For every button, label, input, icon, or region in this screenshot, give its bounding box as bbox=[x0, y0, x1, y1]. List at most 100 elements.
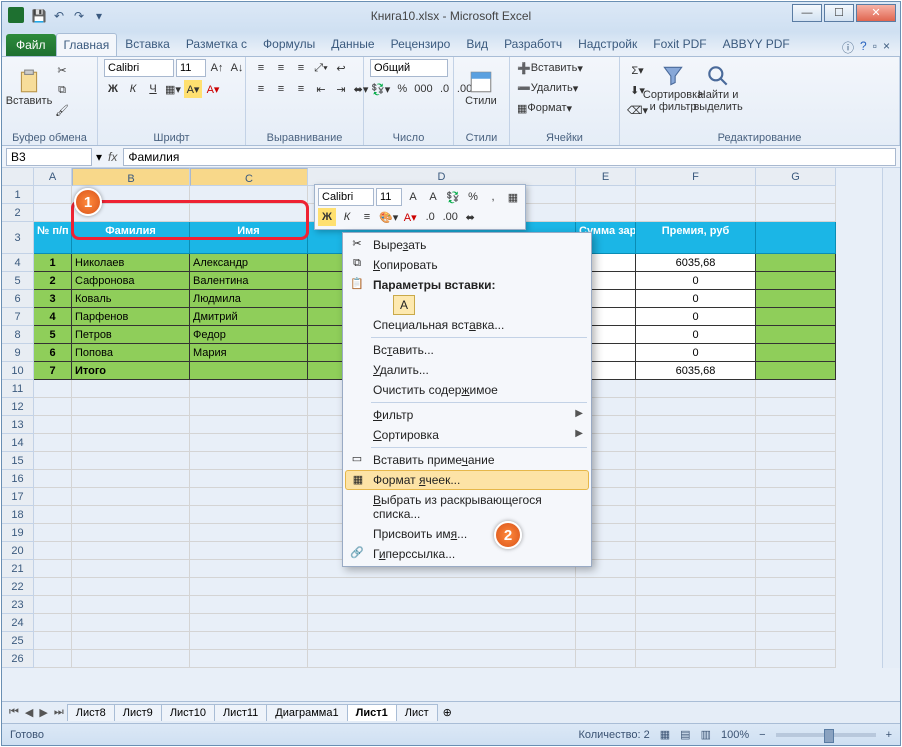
tab-formulas[interactable]: Формулы bbox=[255, 32, 323, 56]
cell[interactable] bbox=[756, 204, 836, 222]
cell[interactable] bbox=[636, 632, 756, 650]
sheet-tab[interactable]: Диаграмма1 bbox=[266, 704, 347, 721]
cell[interactable] bbox=[308, 578, 576, 596]
ctx-pspecial[interactable]: Специальная вставка... bbox=[345, 315, 589, 335]
font-name[interactable] bbox=[104, 59, 174, 77]
view-pagebreak-icon[interactable]: ▥ bbox=[701, 728, 711, 741]
cell[interactable] bbox=[190, 434, 308, 452]
cell[interactable] bbox=[72, 596, 190, 614]
cell[interactable] bbox=[576, 204, 636, 222]
cell[interactable] bbox=[756, 254, 836, 272]
cell[interactable] bbox=[72, 488, 190, 506]
font-color-button[interactable]: A▾ bbox=[204, 80, 222, 98]
cell[interactable]: 5 bbox=[34, 326, 72, 344]
cell[interactable] bbox=[190, 632, 308, 650]
underline-button[interactable]: Ч bbox=[144, 80, 162, 98]
paste-button[interactable]: Вставить bbox=[8, 59, 50, 117]
zoom-slider[interactable] bbox=[776, 733, 876, 737]
cell[interactable] bbox=[72, 416, 190, 434]
cell[interactable]: Людмила bbox=[190, 290, 308, 308]
column-header[interactable]: A bbox=[34, 168, 72, 186]
cell[interactable]: Александр bbox=[190, 254, 308, 272]
styles-button[interactable]: Стили bbox=[460, 59, 502, 117]
cell[interactable] bbox=[756, 470, 836, 488]
row-header[interactable]: 22 bbox=[2, 578, 33, 596]
cell[interactable]: 3 bbox=[34, 290, 72, 308]
cell[interactable] bbox=[190, 614, 308, 632]
cell[interactable] bbox=[756, 308, 836, 326]
cell[interactable] bbox=[190, 186, 308, 204]
cell[interactable]: Фамилия bbox=[72, 222, 190, 254]
find-select-button[interactable]: Найти и выделить bbox=[697, 59, 739, 117]
indent-inc-icon[interactable]: ⇥ bbox=[332, 80, 350, 98]
inc-dec-icon[interactable]: .0 bbox=[436, 80, 454, 98]
row-header[interactable]: 4 bbox=[2, 254, 33, 272]
tab-insert[interactable]: Вставка bbox=[117, 32, 178, 56]
mini-font-size[interactable] bbox=[376, 188, 402, 206]
cell[interactable] bbox=[636, 596, 756, 614]
row-header[interactable]: 17 bbox=[2, 488, 33, 506]
cell[interactable] bbox=[756, 452, 836, 470]
cell[interactable]: 7 bbox=[34, 362, 72, 380]
cell[interactable]: Федор bbox=[190, 326, 308, 344]
mini-align-icon[interactable]: ≡ bbox=[358, 208, 376, 226]
row-header[interactable]: 20 bbox=[2, 542, 33, 560]
row-header[interactable]: 24 bbox=[2, 614, 33, 632]
tab-nav-first-icon[interactable]: ⏮ bbox=[6, 706, 22, 719]
cell[interactable] bbox=[34, 434, 72, 452]
cell[interactable] bbox=[72, 560, 190, 578]
cell[interactable] bbox=[636, 380, 756, 398]
cell[interactable] bbox=[72, 398, 190, 416]
percent-icon[interactable]: % bbox=[393, 80, 411, 98]
sheet-tab[interactable]: Лист1 bbox=[347, 704, 397, 721]
ctx-name[interactable]: Присвоить имя... bbox=[345, 524, 589, 544]
mini-border-icon[interactable]: ▦ bbox=[504, 188, 522, 206]
cell[interactable]: 0 bbox=[636, 326, 756, 344]
column-header[interactable]: C bbox=[190, 168, 308, 186]
format-painter-icon[interactable]: 🖌 bbox=[53, 101, 71, 119]
row-header[interactable]: 7 bbox=[2, 308, 33, 326]
cell[interactable] bbox=[34, 204, 72, 222]
cell[interactable]: Имя bbox=[190, 222, 308, 254]
tab-addins[interactable]: Надстройк bbox=[570, 32, 645, 56]
cell[interactable] bbox=[72, 650, 190, 668]
cell[interactable] bbox=[756, 344, 836, 362]
cell[interactable] bbox=[636, 434, 756, 452]
ctx-sort[interactable]: Сортировка▶ bbox=[345, 425, 589, 445]
zoom-out-icon[interactable]: − bbox=[759, 729, 765, 741]
cell[interactable] bbox=[756, 596, 836, 614]
cell[interactable] bbox=[756, 578, 836, 596]
cell[interactable] bbox=[756, 416, 836, 434]
cell[interactable] bbox=[34, 578, 72, 596]
tab-dev[interactable]: Разработч bbox=[496, 32, 570, 56]
row-header[interactable]: 1 bbox=[2, 186, 33, 204]
cell[interactable] bbox=[756, 380, 836, 398]
cell[interactable]: 0 bbox=[636, 344, 756, 362]
cell[interactable]: 0 bbox=[636, 308, 756, 326]
cell[interactable] bbox=[190, 452, 308, 470]
shrink-font-icon[interactable]: A↓ bbox=[228, 59, 246, 77]
cell[interactable] bbox=[576, 578, 636, 596]
tab-layout[interactable]: Разметка с bbox=[178, 32, 255, 56]
cell[interactable]: 6 bbox=[34, 344, 72, 362]
save-icon[interactable]: 💾 bbox=[30, 7, 48, 25]
minimize-button[interactable]: — bbox=[792, 4, 822, 22]
italic-button[interactable]: К bbox=[124, 80, 142, 98]
cell[interactable] bbox=[636, 398, 756, 416]
cell[interactable] bbox=[636, 650, 756, 668]
row-header[interactable]: 3 bbox=[2, 222, 33, 254]
zoom-in-icon[interactable]: + bbox=[886, 729, 892, 741]
ctx-dropdown[interactable]: Выбрать из раскрывающегося списка... bbox=[345, 490, 589, 524]
cell[interactable] bbox=[756, 632, 836, 650]
cell[interactable] bbox=[34, 416, 72, 434]
cell[interactable] bbox=[636, 506, 756, 524]
cell[interactable] bbox=[190, 398, 308, 416]
cell[interactable] bbox=[190, 488, 308, 506]
cell[interactable] bbox=[756, 186, 836, 204]
minimize-ribbon-icon[interactable]: ⓘ bbox=[842, 39, 854, 56]
mini-percent-icon[interactable]: % bbox=[464, 188, 482, 206]
cell[interactable] bbox=[190, 524, 308, 542]
mini-currency-icon[interactable]: 💱 bbox=[444, 188, 462, 206]
row-header[interactable]: 9 bbox=[2, 344, 33, 362]
tab-view[interactable]: Вид bbox=[458, 32, 496, 56]
